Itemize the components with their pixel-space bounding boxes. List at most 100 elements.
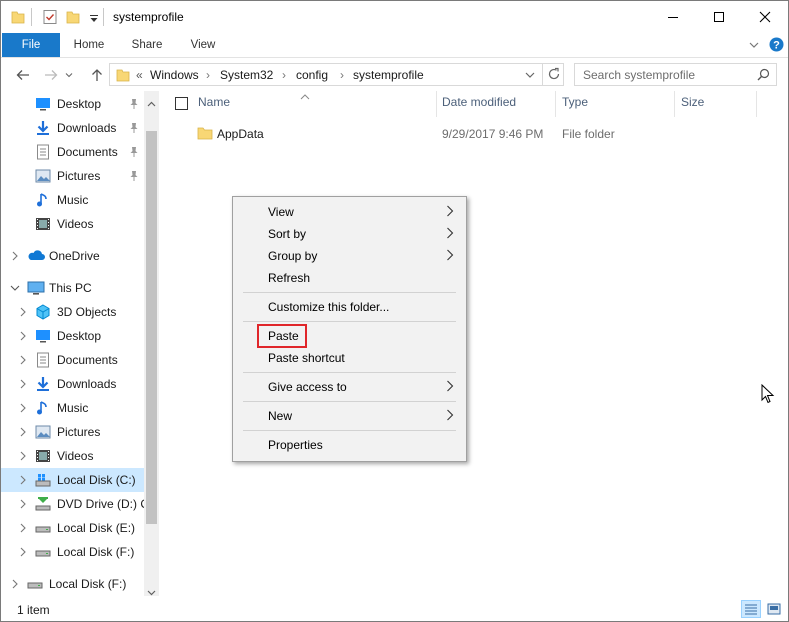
nav-scrollbar[interactable] (144, 91, 159, 596)
menu-item-properties[interactable]: Properties (235, 434, 464, 456)
menu-separator (243, 430, 456, 431)
forward-button[interactable] (41, 65, 61, 85)
folder-icon (11, 9, 25, 25)
search-icon[interactable] (757, 68, 770, 84)
chevron-right-icon[interactable] (18, 547, 28, 557)
chevron-right-icon[interactable] (18, 307, 28, 317)
file-name[interactable]: AppData (217, 127, 264, 141)
nav-item-dvd-drive[interactable]: DVD Drive (D:) C (1, 492, 149, 516)
nav-label: Local Disk (E:) (57, 521, 136, 535)
nav-item-local-disk-e[interactable]: Local Disk (E:) (1, 516, 144, 540)
chevron-right-icon[interactable] (18, 379, 28, 389)
breadcrumb-systemprofile[interactable]: systemprofile (353, 68, 424, 82)
documents-icon (35, 144, 51, 160)
up-button[interactable] (87, 65, 107, 85)
column-header-type[interactable]: Type (562, 95, 588, 109)
videos-icon (35, 216, 51, 232)
menu-item-give-access[interactable]: Give access to (235, 376, 464, 398)
menu-item-view[interactable]: View (235, 201, 464, 223)
help-icon[interactable]: ? (769, 37, 784, 55)
chevron-right-icon[interactable] (18, 523, 28, 533)
nav-item-local-disk-c[interactable]: Local Disk (C:) (1, 468, 144, 492)
column-header-name[interactable]: Name (198, 95, 230, 109)
search-input[interactable]: Search systemprofile (583, 68, 695, 82)
tab-home[interactable]: Home (67, 33, 111, 57)
properties-icon[interactable] (42, 9, 58, 25)
nav-label: Desktop (57, 97, 102, 111)
svg-text:?: ? (773, 40, 780, 52)
chevron-right-icon[interactable] (18, 499, 28, 509)
breadcrumb-system32[interactable]: System32 (220, 68, 273, 82)
status-bar: 1 item (1, 598, 788, 621)
menu-item-label: Customize this folder... (268, 300, 390, 314)
address-dropdown-icon[interactable] (524, 69, 536, 84)
chevron-right-icon[interactable] (18, 451, 28, 461)
pin-icon (129, 122, 139, 134)
chevron-right-icon[interactable] (18, 331, 28, 341)
scroll-down-icon[interactable] (147, 585, 156, 596)
nav-item-downloads[interactable]: Downloads (1, 116, 144, 140)
scroll-up-icon[interactable] (147, 96, 156, 110)
nav-item-downloads-pc[interactable]: Downloads (1, 372, 144, 396)
nav-item-3d-objects[interactable]: 3D Objects (1, 300, 144, 324)
address-bar[interactable]: « Windows › System32 › config › systempr… (109, 63, 564, 86)
nav-label: OneDrive (49, 249, 100, 263)
menu-item-label: Give access to (268, 380, 347, 394)
expand-ribbon-icon[interactable] (748, 39, 760, 54)
chevron-right-icon[interactable] (18, 475, 28, 485)
nav-item-pictures-pc[interactable]: Pictures (1, 420, 144, 444)
nav-label: Music (57, 193, 89, 207)
select-all-checkbox[interactable] (175, 97, 188, 110)
column-header-size[interactable]: Size (681, 95, 704, 109)
nav-item-music-pc[interactable]: Music (1, 396, 144, 420)
chevron-right-icon[interactable] (10, 251, 20, 261)
nav-item-onedrive[interactable]: OneDrive (1, 244, 144, 268)
nav-item-videos[interactable]: Videos (1, 212, 144, 236)
maximize-button[interactable] (696, 1, 742, 33)
nav-item-local-disk-f[interactable]: Local Disk (F:) (1, 540, 144, 564)
breadcrumb-overflow[interactable]: « (136, 68, 143, 82)
breadcrumb-config[interactable]: config (296, 68, 328, 82)
chevron-right-icon[interactable] (10, 579, 20, 589)
tab-share[interactable]: Share (125, 33, 169, 57)
search-box[interactable]: Search systemprofile (574, 63, 777, 86)
close-button[interactable] (742, 1, 788, 33)
menu-item-customize-folder[interactable]: Customize this folder... (235, 296, 464, 318)
nav-item-desktop[interactable]: Desktop (1, 92, 144, 116)
nav-item-this-pc[interactable]: This PC (1, 276, 144, 300)
large-icons-view-button[interactable] (764, 600, 784, 618)
recent-locations-button[interactable] (63, 65, 75, 85)
menu-item-sort-by[interactable]: Sort by (235, 223, 464, 245)
nav-item-desktop-pc[interactable]: Desktop (1, 324, 144, 348)
details-view-button[interactable] (741, 600, 761, 618)
breadcrumb-windows[interactable]: Windows (150, 68, 199, 82)
nav-item-videos-pc[interactable]: Videos (1, 444, 144, 468)
chevron-right-icon[interactable] (18, 355, 28, 365)
new-folder-icon[interactable] (66, 9, 80, 25)
menu-item-new[interactable]: New (235, 405, 464, 427)
scrollbar-thumb[interactable] (146, 131, 157, 524)
nav-item-documents[interactable]: Documents (1, 140, 144, 164)
folder-icon (197, 125, 213, 144)
back-button[interactable] (13, 65, 33, 85)
nav-item-drive-f[interactable]: Local Disk (F:) (1, 572, 144, 596)
nav-label: This PC (49, 281, 92, 295)
chevron-right-icon (446, 409, 454, 421)
refresh-icon[interactable] (547, 67, 561, 84)
tab-file[interactable]: File (2, 33, 60, 57)
nav-item-documents-pc[interactable]: Documents (1, 348, 144, 372)
chevron-right-icon[interactable] (18, 427, 28, 437)
customize-quick-access-icon[interactable] (89, 9, 99, 25)
chevron-right-icon[interactable] (18, 403, 28, 413)
column-header-date[interactable]: Date modified (442, 95, 516, 109)
nav-item-music[interactable]: Music (1, 188, 144, 212)
tab-view[interactable]: View (181, 33, 225, 57)
nav-label: Documents (57, 145, 118, 159)
menu-item-refresh[interactable]: Refresh (235, 267, 464, 289)
menu-item-paste-shortcut[interactable]: Paste shortcut (235, 347, 464, 369)
minimize-button[interactable] (650, 1, 696, 33)
nav-item-pictures[interactable]: Pictures (1, 164, 144, 188)
mouse-cursor-icon (761, 383, 775, 404)
chevron-down-icon[interactable] (10, 283, 20, 293)
menu-item-group-by[interactable]: Group by (235, 245, 464, 267)
